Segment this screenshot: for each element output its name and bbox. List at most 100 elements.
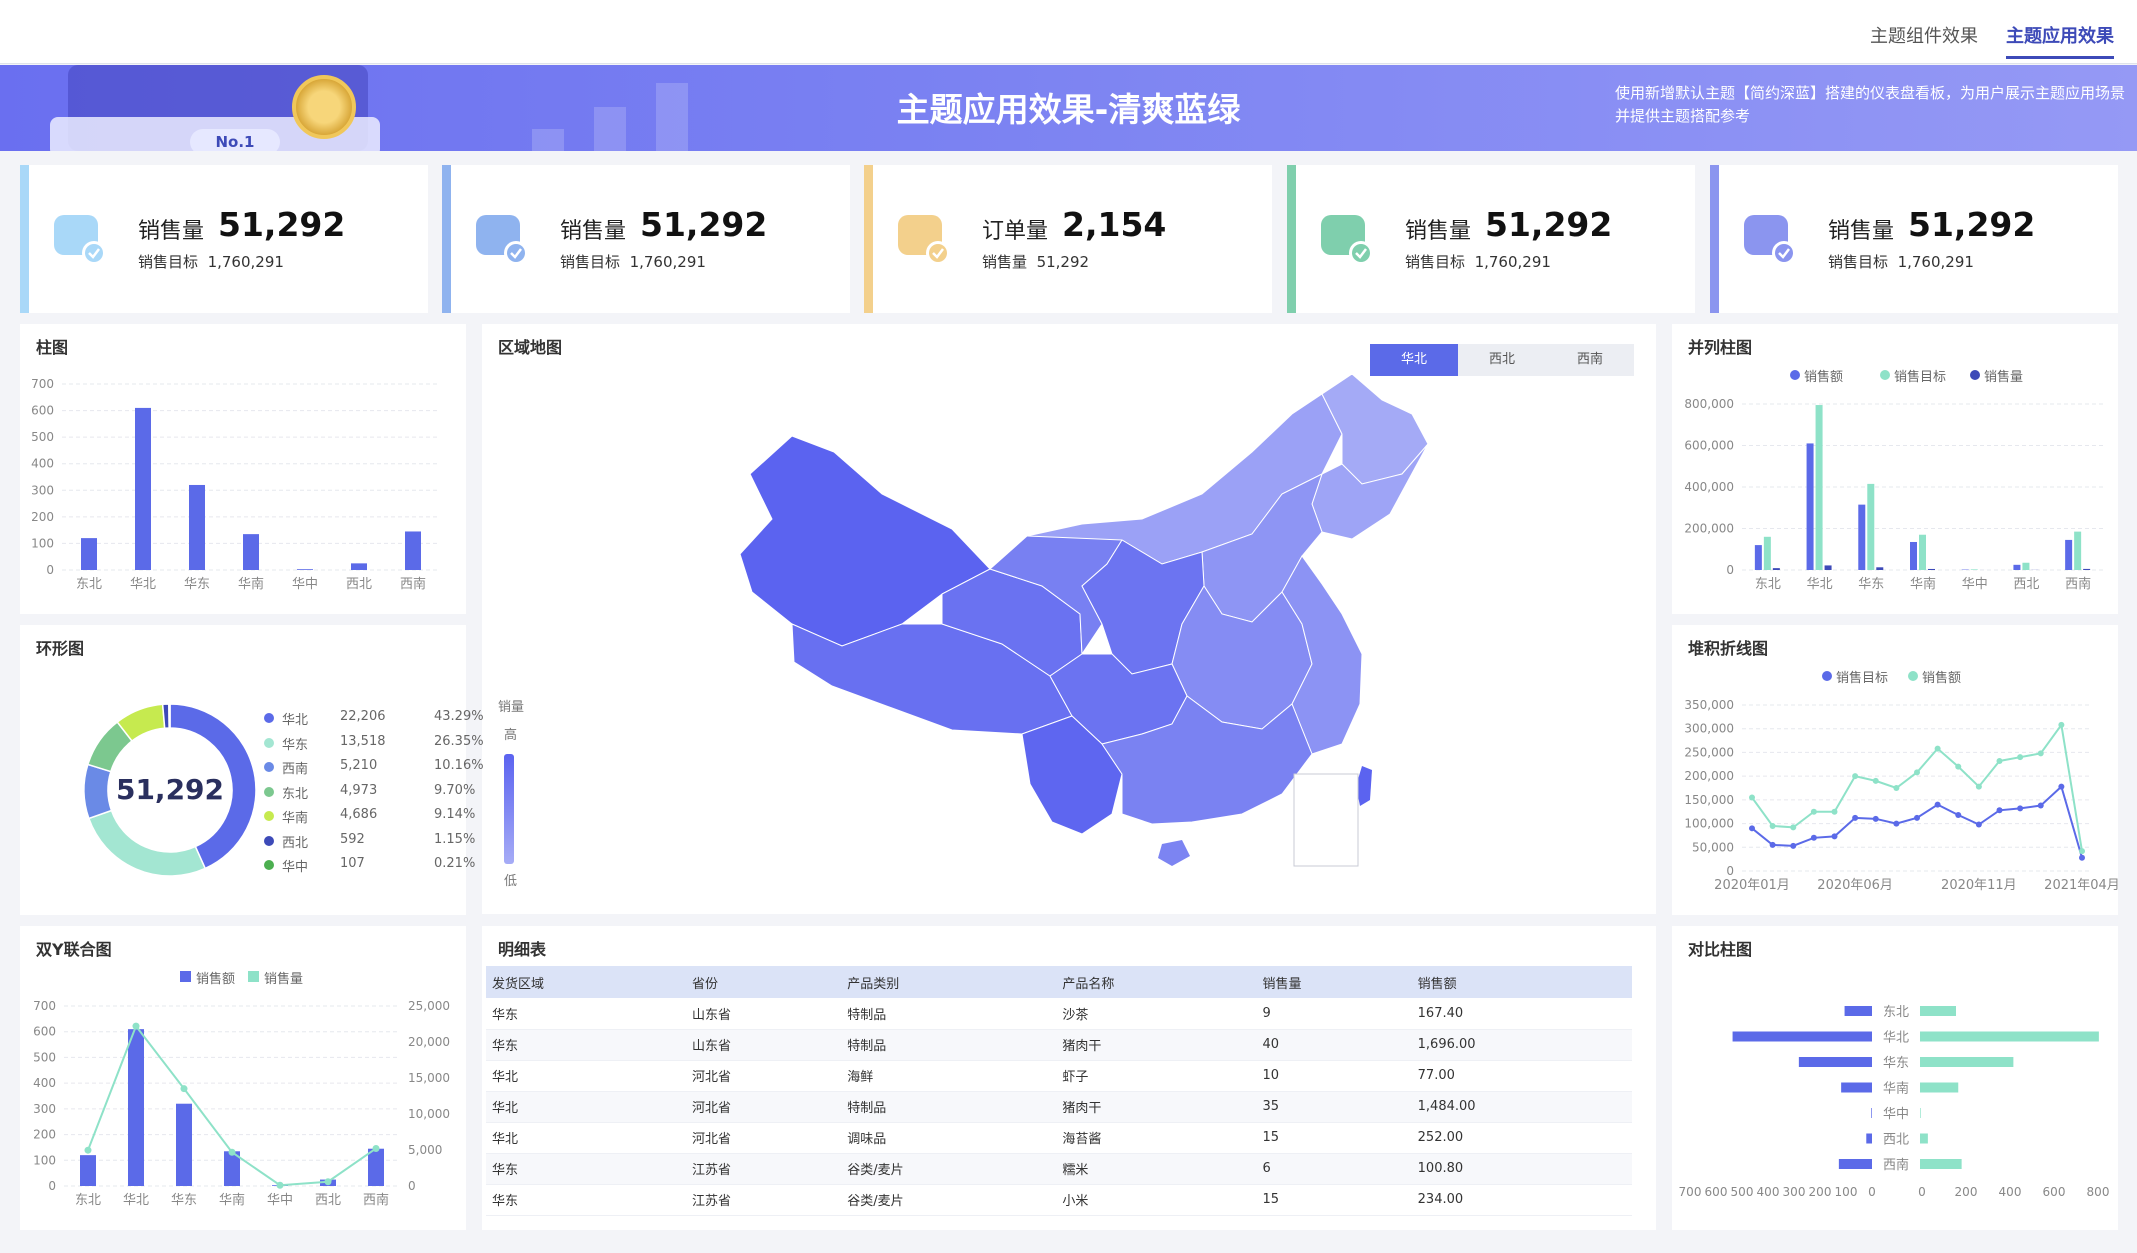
x-tick-label: 400 <box>1999 1185 2022 1199</box>
legend-label: 西北 <box>282 835 309 851</box>
y-tick-label: 250,000 <box>1684 745 1734 759</box>
table-row[interactable]: 华东 山东省 特制品 沙茶 9 167.40 <box>486 998 1632 1030</box>
table-cell: 10 <box>1256 1060 1412 1092</box>
y2-tick-label: 5,000 <box>408 1143 442 1157</box>
y-tick-label: 600 <box>33 1025 56 1039</box>
table-cell: 海苔酱 <box>1056 1122 1257 1154</box>
kpi-card: 销售量 51,292 销售目标 1,760,291 <box>20 165 428 313</box>
table-cell: 华东 <box>486 1184 687 1216</box>
category-label: 西北 <box>1883 1133 1909 1148</box>
kpi-sub-label: 销售目标 <box>138 253 199 271</box>
kpi-accent-bar <box>20 165 29 313</box>
table-row[interactable]: 华北 河北省 调味品 海苔酱 15 252.00 <box>486 1122 1632 1154</box>
card-title: 明细表 <box>498 940 547 959</box>
table-cell: 猪肉干 <box>1056 1029 1257 1061</box>
line-point <box>1749 794 1755 801</box>
legend-percent: 1.15% <box>434 831 476 847</box>
y2-tick-label: 0 <box>408 1179 416 1193</box>
dual-bar-chart-card: 并列柱图 销售额 销售目标 销售量 0 200,000 400,000 600,000 80… <box>1672 324 2118 614</box>
kpi-value: 51,292 <box>1908 205 2036 244</box>
line-point <box>324 1178 332 1186</box>
y2-tick-label: 20,000 <box>408 1035 450 1049</box>
y-tick-label: 150,000 <box>1684 793 1734 807</box>
table-cell: 华北 <box>486 1091 687 1123</box>
detail-table: 发货区域 省份 产品类别 产品名称 销售量 销售额 华东 山东省 特制品 沙茶 9 167.40 华东… <box>486 966 1632 1216</box>
legend-value: 22,206 <box>340 709 386 724</box>
bar-mark <box>2013 564 2021 570</box>
line-point <box>1955 763 1962 770</box>
table-cell: 江苏省 <box>686 1184 842 1216</box>
dual-bar-chart: 0 200,000 400,000 600,000 800,000 东北 华北 华东 华南 华中 西… <box>1684 397 2104 592</box>
bar-mark <box>1910 541 1917 570</box>
line-point <box>1872 777 1879 784</box>
table-cell: 调味品 <box>841 1122 1057 1154</box>
map-legend-high: 高 <box>504 728 518 743</box>
comparison-bar-chart: 东北华北华东华南华中西北西南700 600 500 400 300 200 100 0 0 200… <box>1679 1005 2110 1199</box>
x-tick-label: 华南 <box>219 1192 245 1208</box>
bar-mark <box>1920 1133 1928 1144</box>
table-header-cell: 销售量 <box>1256 966 1412 998</box>
table-cell: 40 <box>1256 1029 1412 1061</box>
x-tick-label: 东北 <box>75 1193 101 1208</box>
kpi-accent-bar <box>864 165 873 313</box>
x-tick-label: 华中 <box>1962 577 1988 592</box>
bar-mark <box>243 534 259 570</box>
line-point <box>1996 757 2003 764</box>
y-tick-label: 100 <box>31 536 54 550</box>
table-cell: 6 <box>1256 1153 1412 1185</box>
legend-dot <box>264 713 274 723</box>
y-tick-label: 600 <box>31 404 54 418</box>
table-row[interactable]: 华北 河北省 特制品 猪肉干 35 1,484.00 <box>486 1091 1632 1123</box>
kpi-label: 销售量 <box>1405 219 1472 244</box>
kpi-card: 订单量 2,154 销售量 51,292 <box>864 165 1272 313</box>
x-tick-label: 100 <box>1835 1185 1858 1199</box>
kpi-sub-value: 1,760,291 <box>1474 253 1551 271</box>
legend-label: 华东 <box>282 737 309 753</box>
x-tick-label: 500 <box>1731 1185 1754 1199</box>
map-region-hainan <box>1158 840 1190 866</box>
line-point <box>1831 808 1838 815</box>
banner-description: 使用新增默认主题【简约深蓝】搭建的仪表盘看板，为用户展示主题应用场景并提供主题搭… <box>1615 84 2126 125</box>
line-point <box>2058 783 2065 790</box>
bar-mark <box>81 538 97 570</box>
bar-mark <box>1858 504 1866 570</box>
legend-dot <box>264 737 274 748</box>
kpi-sub: 销售量 51,292 <box>982 251 1089 272</box>
legend-label: 西南 <box>282 762 309 777</box>
y-tick-label: 400 <box>33 1076 56 1090</box>
category-label: 华北 <box>1883 1031 1909 1046</box>
table-cell: 特制品 <box>841 998 1057 1030</box>
top-navigation: 主题组件效果 主题应用效果 <box>0 0 2137 64</box>
table-cell: 谷类/麦片 <box>841 1153 1057 1185</box>
legend-percent: 9.70% <box>434 782 476 798</box>
tab-theme-components[interactable]: 主题组件效果 <box>1870 22 1978 48</box>
table-row[interactable]: 华北 河北省 海鲜 虾子 10 77.00 <box>486 1060 1632 1092</box>
bar-mark <box>1824 565 1832 570</box>
category-label: 华东 <box>1883 1056 1909 1071</box>
table-cell: 华东 <box>486 1153 687 1185</box>
donut-center-value: 51,292 <box>115 773 225 806</box>
y-tick-label: 0 <box>1726 563 1734 577</box>
table-row[interactable]: 华东 江苏省 谷类/麦片 糯米 6 100.80 <box>486 1153 1632 1185</box>
table-cell: 15 <box>1256 1184 1412 1216</box>
kpi-sub-label: 销售目标 <box>1405 253 1466 271</box>
table-row[interactable]: 华东 山东省 特制品 猪肉干 40 1,696.00 <box>486 1029 1632 1061</box>
bar-mark <box>1815 405 1823 570</box>
bar-mark <box>1920 1057 2014 1067</box>
bar-mark <box>1919 534 1926 570</box>
legend-percent: 10.16% <box>434 758 484 773</box>
table-row[interactable]: 华东 江苏省 谷类/麦片 小米 15 234.00 <box>486 1184 1632 1216</box>
legend-dot <box>264 811 274 821</box>
tab-theme-application[interactable]: 主题应用效果 <box>2006 22 2114 59</box>
table-cell: 华东 <box>486 998 687 1030</box>
line-point <box>1769 822 1776 829</box>
y2-tick-label: 10,000 <box>408 1107 450 1121</box>
x-tick-label: 西北 <box>2013 577 2039 592</box>
line-point <box>2037 750 2044 757</box>
bar-mark <box>297 569 313 570</box>
kpi-card: 销售量 51,292 销售目标 1,760,291 <box>442 165 850 313</box>
table-cell: 1,484.00 <box>1411 1091 1632 1123</box>
legend-dot <box>264 762 274 772</box>
bar-mark <box>1970 569 1978 570</box>
line-point <box>2079 848 2085 855</box>
